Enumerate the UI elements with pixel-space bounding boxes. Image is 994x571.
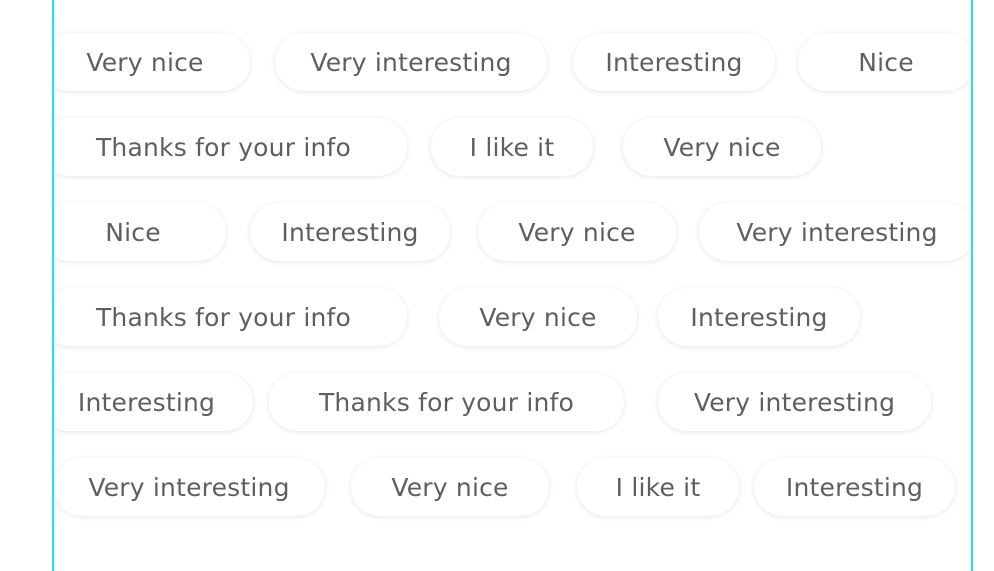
quick-reply-chip-area: Very nice Very interesting Interesting N… xyxy=(54,0,971,571)
quick-reply-chip[interactable]: Very nice xyxy=(54,33,250,91)
quick-reply-chip[interactable]: Interesting xyxy=(658,288,860,346)
quick-reply-chip[interactable]: I like it xyxy=(577,458,739,516)
quick-reply-chip[interactable]: Very nice xyxy=(623,118,821,176)
quick-reply-chip[interactable]: Thanks for your info xyxy=(54,288,407,346)
quick-reply-chip[interactable]: Interesting xyxy=(754,458,955,516)
chip-row-3: Nice Interesting Very nice Very interest… xyxy=(54,203,971,261)
chip-row-6: Very interesting Very nice I like it Int… xyxy=(54,458,971,516)
chip-row-1: Very nice Very interesting Interesting N… xyxy=(54,33,971,91)
quick-reply-chip[interactable]: Very nice xyxy=(351,458,549,516)
quick-reply-chip[interactable]: Very interesting xyxy=(699,203,971,261)
chip-row-5: Interesting Thanks for your info Very in… xyxy=(54,373,971,431)
quick-reply-chip[interactable]: Very interesting xyxy=(275,33,547,91)
quick-reply-chip[interactable]: Very interesting xyxy=(54,458,325,516)
quick-reply-chip[interactable]: Very interesting xyxy=(658,373,931,431)
quick-reply-chip[interactable]: I like it xyxy=(431,118,593,176)
quick-reply-chip[interactable]: Very nice xyxy=(439,288,637,346)
quick-reply-chip[interactable]: Interesting xyxy=(250,203,450,261)
quick-reply-chip[interactable]: Very nice xyxy=(478,203,676,261)
quick-reply-chip[interactable]: Interesting xyxy=(54,373,253,431)
quick-reply-chip[interactable]: Thanks for your info xyxy=(54,118,407,176)
quick-reply-chip[interactable]: Thanks for your info xyxy=(269,373,624,431)
quick-reply-chip[interactable]: Nice xyxy=(798,33,971,91)
chip-row-4: Thanks for your info Very nice Interesti… xyxy=(54,288,971,346)
quick-reply-chip[interactable]: Nice xyxy=(54,203,226,261)
quick-reply-chip[interactable]: Interesting xyxy=(573,33,775,91)
chip-row-2: Thanks for your info I like it Very nice xyxy=(54,118,971,176)
